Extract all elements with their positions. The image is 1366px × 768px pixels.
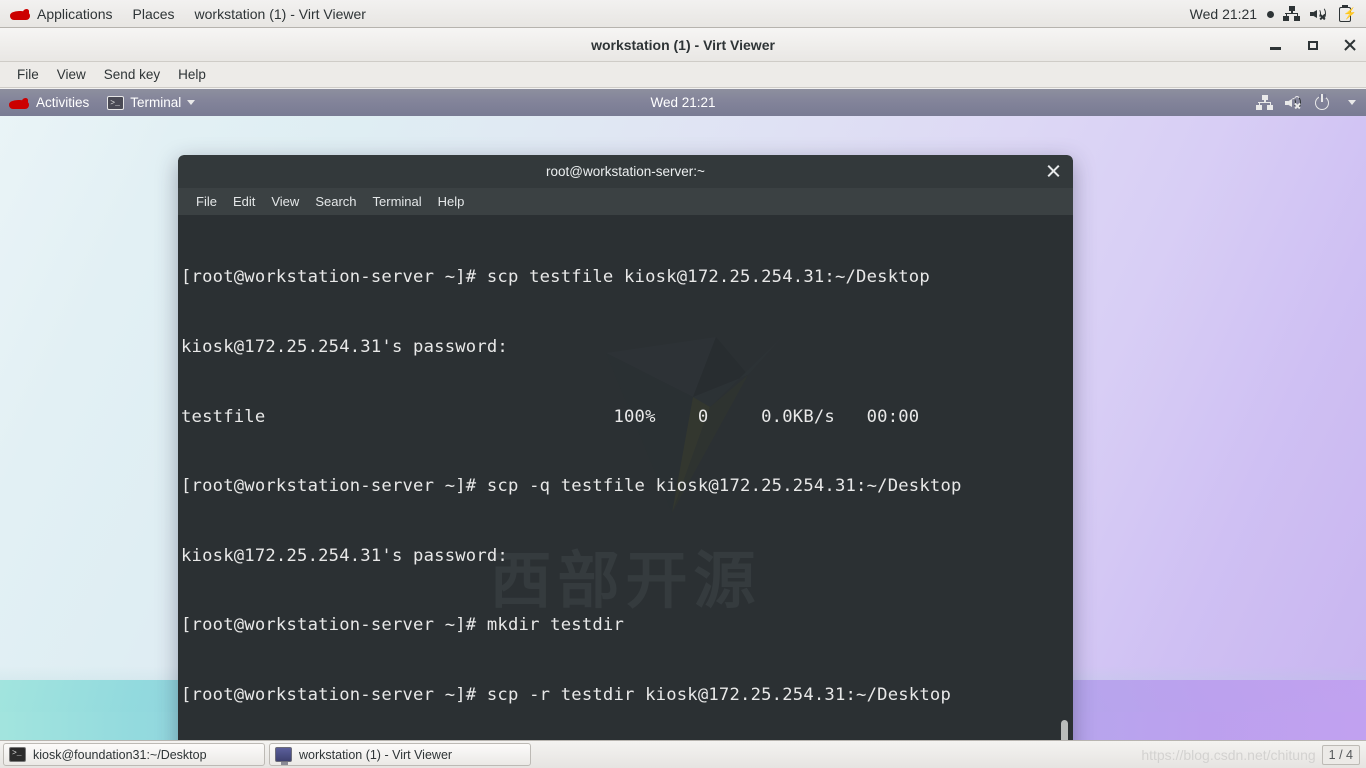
applications-label: Applications	[37, 5, 113, 22]
terminal-menu-file[interactable]: File	[188, 191, 225, 212]
terminal-menu-edit[interactable]: Edit	[225, 191, 263, 212]
taskbar-item-virt-viewer[interactable]: workstation (1) - Virt Viewer	[269, 743, 531, 766]
terminal-line: [root@workstation-server ~]# scp testfil…	[181, 267, 930, 288]
menu-item-help[interactable]: Help	[169, 64, 215, 85]
terminal-output: [root@workstation-server ~]# scp testfil…	[178, 215, 1073, 740]
host-status-area: Wed 21:21 ⚡	[1190, 4, 1366, 22]
csdn-watermark-url: https://blog.csdn.net/chitung	[1141, 746, 1316, 763]
volume-muted-icon-guest[interactable]	[1285, 95, 1303, 111]
terminal-menu-terminal[interactable]: Terminal	[365, 191, 430, 212]
virt-viewer-window: workstation (1) - Virt Viewer File View …	[0, 28, 1366, 740]
terminal-icon-taskbar: >_	[9, 747, 26, 762]
terminal-menu-help[interactable]: Help	[430, 191, 473, 212]
menu-item-send-key[interactable]: Send key	[95, 64, 169, 85]
battery-icon[interactable]: ⚡	[1337, 4, 1357, 22]
host-window-title[interactable]: workstation (1) - Virt Viewer	[185, 0, 376, 28]
places-menu[interactable]: Places	[123, 0, 185, 28]
notification-dot-icon	[1267, 10, 1274, 18]
redhat-logo-icon-guest	[9, 96, 29, 110]
network-icon[interactable]	[1283, 5, 1301, 22]
applications-menu[interactable]: Applications	[0, 0, 123, 28]
host-clock[interactable]: Wed 21:21	[1190, 6, 1274, 22]
taskbar-item-label: workstation (1) - Virt Viewer	[299, 747, 453, 762]
maximize-icon[interactable]	[1305, 37, 1321, 53]
host-top-bar: Applications Places workstation (1) - Vi…	[0, 0, 1366, 28]
places-label: Places	[132, 5, 175, 22]
terminal-body[interactable]: 西部开源 [root@workstation-server ~]# scp te…	[178, 215, 1073, 740]
terminal-menubar: File Edit View Search Terminal Help	[178, 188, 1073, 215]
terminal-scrollbar[interactable]	[1060, 215, 1069, 740]
app-menu-label: Terminal	[130, 95, 182, 110]
activities-label: Activities	[36, 95, 90, 110]
monitor-icon-taskbar	[275, 747, 292, 765]
terminal-line: [root@workstation-server ~]# scp -q test…	[181, 476, 962, 497]
chevron-down-icon-guest[interactable]	[1348, 100, 1356, 105]
virt-viewer-title: workstation (1) - Virt Viewer	[591, 36, 775, 53]
redhat-logo-icon	[10, 7, 30, 21]
terminal-window: root@workstation-server:~ File Edit View…	[178, 155, 1073, 740]
terminal-icon: >_	[107, 95, 125, 110]
menu-item-file[interactable]: File	[8, 64, 48, 85]
terminal-close-icon[interactable]	[1045, 163, 1062, 180]
terminal-line: kiosk@172.25.254.31's password:	[181, 545, 508, 566]
terminal-menu-view[interactable]: View	[263, 191, 307, 212]
terminal-line: testfile 100% 0 0.0KB/s 00:00	[181, 406, 920, 427]
chevron-down-icon	[187, 100, 196, 105]
workspace-switcher[interactable]: 1 / 4	[1321, 744, 1360, 765]
guest-status-area	[1256, 94, 1366, 111]
terminal-line: [root@workstation-server ~]# scp -r test…	[181, 684, 951, 705]
close-icon[interactable]	[1342, 37, 1358, 53]
terminal-scrollbar-thumb[interactable]	[1061, 720, 1068, 740]
terminal-title: root@workstation-server:~	[546, 164, 705, 179]
terminal-line: [root@workstation-server ~]# mkdir testd…	[181, 615, 625, 636]
activities-button[interactable]: Activities	[0, 89, 98, 116]
app-menu-terminal[interactable]: >_ Terminal	[98, 89, 204, 116]
volume-muted-icon[interactable]	[1310, 6, 1328, 22]
minimize-icon[interactable]	[1268, 37, 1284, 53]
guest-clock[interactable]: Wed 21:21	[0, 95, 1366, 110]
power-icon[interactable]	[1314, 94, 1331, 111]
host-clock-label: Wed 21:21	[1189, 5, 1258, 22]
taskbar-item-label: kiosk@foundation31:~/Desktop	[33, 747, 207, 762]
host-taskbar: >_ kiosk@foundation31:~/Desktop workstat…	[0, 740, 1366, 768]
network-icon-guest[interactable]	[1256, 94, 1274, 111]
menu-item-view[interactable]: View	[48, 64, 95, 85]
terminal-menu-search[interactable]: Search	[307, 191, 364, 212]
terminal-line: kiosk@172.25.254.31's password:	[181, 337, 508, 357]
guest-top-bar: Activities >_ Terminal Wed 21:21	[0, 89, 1366, 116]
terminal-titlebar[interactable]: root@workstation-server:~	[178, 155, 1073, 188]
guest-desktop: Activities >_ Terminal Wed 21:21 root@wo…	[0, 89, 1366, 740]
virt-viewer-menubar: File View Send key Help	[0, 62, 1366, 88]
host-window-title-label: workstation (1) - Virt Viewer	[194, 5, 366, 22]
window-controls	[1268, 28, 1358, 62]
taskbar-item-terminal[interactable]: >_ kiosk@foundation31:~/Desktop	[3, 743, 265, 766]
virt-viewer-titlebar[interactable]: workstation (1) - Virt Viewer	[0, 28, 1366, 62]
